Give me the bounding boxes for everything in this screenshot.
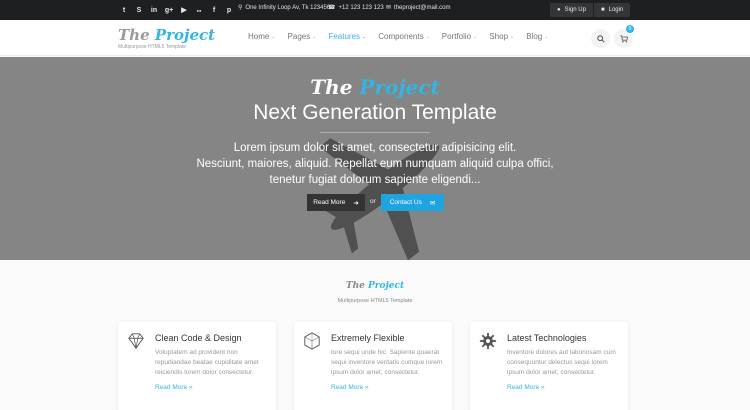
phone-icon: ☎ xyxy=(328,5,336,11)
login-label: Login xyxy=(608,7,624,13)
section-logo: The Project xyxy=(0,281,750,291)
section-tagline: Multipurpose HTML5 Template xyxy=(337,298,413,304)
nav-portfolio-label: Portfolio xyxy=(441,32,472,41)
hero-logo: The Project xyxy=(0,75,750,99)
nav-components-label: Components xyxy=(378,32,424,41)
main-nav: Home ⌄ Pages ⌄ Features ⌄ Components ⌄ Portf… xyxy=(248,32,560,41)
logo-project: Project xyxy=(154,26,216,44)
nav-portfolio[interactable]: Portfolio ⌄ xyxy=(442,32,478,41)
nav-home-label: Home xyxy=(248,32,270,41)
address-text: One Infinity Loop Av, Tk 123456 xyxy=(245,4,331,11)
nav-shop-label: Shop xyxy=(489,32,509,41)
card-text: Inventore dolores aut laboriosam cum con… xyxy=(507,349,616,376)
chevron-down-icon: ⌄ xyxy=(510,33,515,40)
envelope-icon: ✉ xyxy=(386,5,392,11)
nav-features[interactable]: Features ⌄ xyxy=(328,32,366,41)
top-bar: t S in g+ ▶ ●● f p ⚲ One Infinity Loop A… xyxy=(0,0,750,20)
map-marker-icon: ⚲ xyxy=(238,5,243,11)
cart-count-badge: 0 xyxy=(626,25,634,33)
phone: ☎ +12 123 123 123 xyxy=(328,4,384,12)
site-tagline: Multipurpose HTML5 Template xyxy=(118,44,186,50)
hero-logo-the: The xyxy=(310,75,353,99)
nav-blog-label: Blog xyxy=(526,32,543,41)
contact-us-button[interactable]: Contact Us ✉ xyxy=(381,194,444,211)
nav-home[interactable]: Home ⌄ xyxy=(248,32,276,41)
envelope-icon: ✉ xyxy=(429,199,436,207)
hero-banner: The Project Next Generation Template Lor… xyxy=(0,57,750,260)
chevron-down-icon: ⌄ xyxy=(271,33,276,40)
card-text: Voluptatem ad provident non repudiandae … xyxy=(155,349,259,376)
site-logo[interactable]: The Project xyxy=(118,26,215,44)
card-title: Latest Technologies xyxy=(507,333,587,343)
chevron-down-icon: ⌄ xyxy=(312,33,317,40)
lock-icon: ■ xyxy=(601,7,605,13)
nav-components[interactable]: Components ⌄ xyxy=(378,32,430,41)
flickr-icon[interactable]: ●● xyxy=(192,3,206,17)
pinterest-icon[interactable]: p xyxy=(222,3,236,17)
feature-card: Clean Code & Design Voluptatem ad provid… xyxy=(118,322,276,410)
read-more-button[interactable]: Read More ➜ xyxy=(307,194,365,211)
youtube-icon[interactable]: ▶ xyxy=(177,3,191,17)
skype-icon[interactable]: S xyxy=(132,3,146,17)
email[interactable]: ✉ theproject@mail.com xyxy=(386,4,450,12)
user-icon: ● xyxy=(557,7,561,13)
diamond-icon xyxy=(128,333,144,349)
section-logo-project: Project xyxy=(367,281,405,291)
chevron-down-icon: ⌄ xyxy=(425,33,430,40)
facebook-icon[interactable]: f xyxy=(207,3,221,17)
nav-shop[interactable]: Shop ⌄ xyxy=(489,32,514,41)
hexagon-icon xyxy=(304,332,320,350)
read-more-label: Read More xyxy=(313,199,346,206)
chevron-down-icon: ⌄ xyxy=(473,33,478,40)
email-text[interactable]: theproject@mail.com xyxy=(394,5,450,11)
feature-card: Latest Technologies Inventore dolores au… xyxy=(470,322,628,410)
feature-card: Extremely Flexible Iure sequi unde hic. … xyxy=(294,322,452,410)
arrow-right-icon: ➜ xyxy=(353,199,359,207)
card-text: Iure sequi unde hic. Sapiente quaerat se… xyxy=(331,349,443,376)
card-read-more-link[interactable]: Read More » xyxy=(331,384,369,391)
logo-the: The xyxy=(118,26,150,44)
cog-icon xyxy=(479,332,497,350)
address: ⚲ One Infinity Loop Av, Tk 123456 xyxy=(238,4,331,12)
chevron-down-icon: ⌄ xyxy=(362,33,367,40)
section-logo-the: The xyxy=(345,281,365,291)
nav-blog[interactable]: Blog ⌄ xyxy=(526,32,548,41)
hero-title: Next Generation Template xyxy=(253,101,497,124)
card-read-more-link[interactable]: Read More » xyxy=(155,384,193,391)
search-button[interactable] xyxy=(591,29,610,48)
or-label: or xyxy=(370,198,376,205)
hero-separator xyxy=(320,132,430,133)
google-plus-icon[interactable]: g+ xyxy=(162,3,176,17)
main-header: The Project Multipurpose HTML5 Template … xyxy=(0,20,750,56)
hero-text-line: tenetur fugiat dolorum sapiente eligendi… xyxy=(269,174,481,186)
nav-pages[interactable]: Pages ⌄ xyxy=(288,32,317,41)
hero-text-line: Nesciunt, maiores, aliquid. Repellat eum… xyxy=(196,158,554,170)
hero-logo-project: Project xyxy=(359,75,440,99)
search-icon xyxy=(596,34,605,43)
chevron-down-icon: ⌄ xyxy=(544,33,549,40)
contact-us-label: Contact Us xyxy=(389,199,422,206)
twitter-icon[interactable]: t xyxy=(117,3,131,17)
hero-description: Lorem ipsum dolor sit amet, consectetur … xyxy=(0,140,750,188)
phone-text: +12 123 123 123 xyxy=(338,4,384,11)
linkedin-icon[interactable]: in xyxy=(147,3,161,17)
card-title: Extremely Flexible xyxy=(331,333,405,343)
nav-pages-label: Pages xyxy=(287,32,311,41)
sign-up-label: Sign Up xyxy=(564,7,586,13)
social-links: t S in g+ ▶ ●● f p xyxy=(117,3,237,17)
sign-up-button[interactable]: ● Sign Up xyxy=(550,3,593,17)
nav-features-label: Features xyxy=(328,32,361,41)
card-read-more-link[interactable]: Read More » xyxy=(507,384,545,391)
hero-text-line: Lorem ipsum dolor sit amet, consectetur … xyxy=(233,142,517,154)
login-button[interactable]: ■ Login xyxy=(594,3,631,17)
cart-icon xyxy=(619,34,628,42)
card-title: Clean Code & Design xyxy=(155,333,242,343)
